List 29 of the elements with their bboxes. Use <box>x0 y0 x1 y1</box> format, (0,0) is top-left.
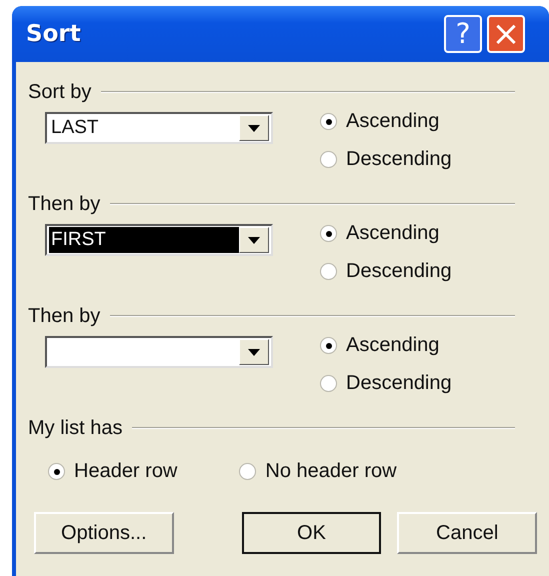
group-label: Then by <box>28 192 100 216</box>
dropdown-field[interactable]: FIRST <box>45 224 273 256</box>
radio-button[interactable] <box>320 374 337 392</box>
group-label: My list has <box>28 416 122 440</box>
radio-label[interactable]: No header row <box>265 460 397 482</box>
group-label: Then by <box>28 304 100 328</box>
radio-button[interactable] <box>320 112 337 130</box>
dialog-button[interactable]: Options... <box>34 512 174 554</box>
close-button[interactable]: × <box>487 15 525 53</box>
dialog-button[interactable]: Cancel <box>397 512 538 554</box>
group-label: Sort by <box>28 80 92 104</box>
dropdown-field[interactable] <box>45 336 273 368</box>
radio-label[interactable]: Descending <box>346 372 452 394</box>
dialog-button[interactable]: OK <box>242 512 382 554</box>
radio-button[interactable] <box>48 462 65 480</box>
radio-button[interactable] <box>320 150 337 168</box>
radio-button[interactable] <box>239 462 256 480</box>
radio-label[interactable]: Descending <box>346 260 452 282</box>
window-title: Sort <box>26 21 81 47</box>
radio-label[interactable]: Ascending <box>346 222 440 244</box>
radio-button[interactable] <box>320 336 337 354</box>
radio-button[interactable] <box>320 224 337 242</box>
dropdown-field[interactable]: LAST <box>45 112 273 144</box>
radio-button[interactable] <box>320 262 337 280</box>
radio-label[interactable]: Ascending <box>346 110 440 132</box>
help-button[interactable]: ? <box>444 15 482 53</box>
radio-label[interactable]: Ascending <box>346 334 440 356</box>
radio-label[interactable]: Descending <box>346 148 452 170</box>
radio-label[interactable]: Header row <box>74 460 178 482</box>
